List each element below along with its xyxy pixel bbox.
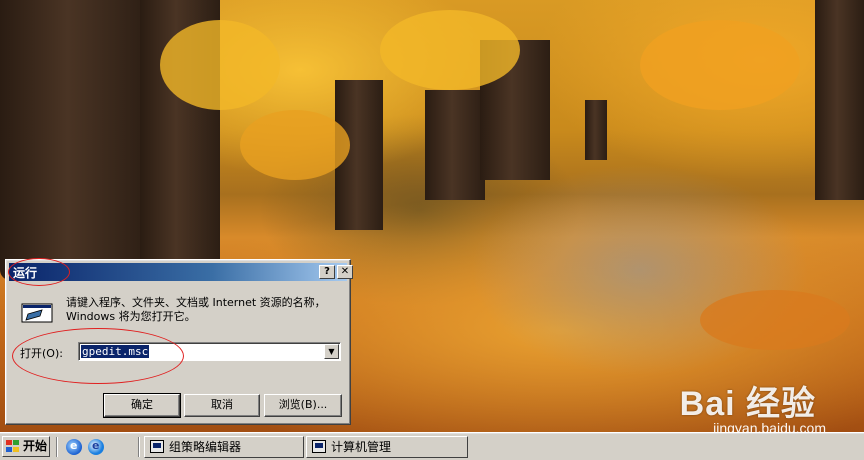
start-button[interactable]: 开始	[2, 436, 50, 457]
dialog-title: 运行	[13, 266, 38, 280]
windows-logo-icon	[6, 440, 20, 453]
tree-trunk	[425, 90, 485, 200]
dialog-prompt: 请键入程序、文件夹、文档或 Internet 资源的名称，Windows 将为您…	[66, 296, 326, 323]
watermark-logo: Bai 经验	[679, 385, 816, 423]
taskbar: 开始 e e 组策略编辑器 计算机管理	[0, 432, 864, 460]
tree-trunk	[815, 0, 864, 200]
taskbar-separator	[56, 437, 58, 457]
taskbar-item-group-policy[interactable]: 组策略编辑器	[144, 436, 304, 458]
baidu-watermark: Bai 经验 jingyan.baidu.com	[679, 376, 826, 432]
command-combobox[interactable]: gpedit.msc ▼	[78, 342, 341, 361]
command-input[interactable]: gpedit.msc	[81, 345, 150, 358]
window-icon	[150, 440, 164, 453]
tree-trunk	[0, 0, 150, 280]
run-dialog: 运行 ? ✕ 请键入程序、文件夹、文档或 Internet 资源的名称，Wind…	[5, 259, 353, 425]
task-label: 组策略编辑器	[169, 440, 242, 454]
taskbar-item-computer-management[interactable]: 计算机管理	[306, 436, 468, 458]
internet-explorer-icon[interactable]: e	[66, 439, 82, 455]
computer-icon	[312, 440, 326, 453]
task-label: 计算机管理	[331, 440, 392, 454]
cancel-button[interactable]: 取消	[184, 394, 260, 417]
foliage	[160, 20, 280, 110]
start-label: 开始	[23, 439, 48, 453]
tree-trunk	[585, 100, 607, 160]
foliage	[240, 110, 350, 180]
help-button[interactable]: ?	[319, 265, 335, 279]
open-label: 打开(O):	[20, 347, 63, 360]
watermark-url: jingyan.baidu.com	[713, 420, 826, 432]
foliage	[380, 10, 520, 90]
outlook-express-icon[interactable]: e	[88, 439, 104, 455]
taskbar-separator	[138, 437, 140, 457]
close-button[interactable]: ✕	[337, 265, 353, 279]
ok-button[interactable]: 确定	[103, 393, 181, 418]
run-icon	[21, 303, 53, 323]
foliage	[640, 20, 800, 110]
foliage	[700, 290, 850, 350]
dropdown-arrow-icon[interactable]: ▼	[324, 344, 339, 359]
browse-button[interactable]: 浏览(B)...	[264, 394, 342, 417]
dialog-titlebar[interactable]: 运行 ? ✕	[9, 263, 353, 281]
